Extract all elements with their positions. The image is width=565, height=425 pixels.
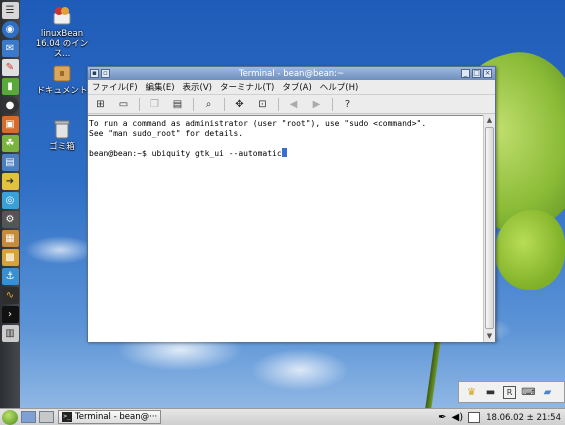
terminal-icon: >_ bbox=[62, 412, 72, 422]
network-icon[interactable]: ◎ bbox=[1, 192, 19, 209]
mail-icon[interactable]: ✉ bbox=[1, 40, 19, 57]
terminal-prompt: bean@bean:~$ bbox=[89, 148, 152, 158]
menu-tabs[interactable]: タブ(A) bbox=[282, 81, 311, 93]
desktop-icon-linuxbean-installer[interactable]: linuxBean 16.04 のインス... bbox=[30, 5, 94, 59]
settings-gear-icon[interactable]: ⚙ bbox=[1, 211, 19, 228]
trash-dock-icon[interactable]: ▥ bbox=[1, 325, 19, 342]
taskbar-item-terminal[interactable]: >_ Terminal - bean@··· bbox=[58, 410, 161, 424]
wallpaper-stem bbox=[423, 330, 443, 420]
trash-icon bbox=[51, 118, 73, 140]
crown-icon[interactable]: ♛ bbox=[465, 386, 478, 399]
copy-icon[interactable]: ❐ bbox=[147, 97, 162, 112]
start-menu-icon[interactable] bbox=[2, 409, 18, 425]
paste-icon[interactable]: ▤ bbox=[170, 97, 185, 112]
terminal-line: To run a command as administrator (user … bbox=[89, 119, 427, 128]
window-shade-icon[interactable]: ▫ bbox=[101, 69, 110, 78]
image-viewer-icon[interactable]: ▣ bbox=[1, 116, 19, 133]
desktop-icon-label: 16.04 のインス... bbox=[35, 39, 89, 59]
menu-edit[interactable]: 編集(E) bbox=[146, 81, 175, 93]
window-title: Terminal - bean@bean:~ bbox=[238, 68, 345, 79]
browser-icon[interactable]: ◉ bbox=[1, 21, 19, 38]
search-icon[interactable]: ⌕ bbox=[201, 97, 216, 112]
office-icon[interactable]: ▮ bbox=[1, 78, 19, 95]
maximize-icon[interactable]: □ bbox=[472, 69, 481, 78]
folder-icon bbox=[51, 62, 73, 84]
desktop-icon-label: ドキュメント bbox=[36, 86, 88, 96]
toolbar-separator bbox=[193, 97, 194, 111]
usb-icon[interactable]: ⚓ bbox=[1, 268, 19, 285]
keyboard-icon[interactable]: ⌨ bbox=[521, 386, 535, 399]
vertical-scrollbar[interactable]: ▲ ▼ bbox=[483, 115, 495, 342]
fullscreen-icon[interactable]: ✥ bbox=[232, 97, 247, 112]
eraser-icon[interactable]: ▰ bbox=[541, 386, 554, 399]
toolbar-separator bbox=[139, 97, 140, 111]
workspace-2[interactable] bbox=[39, 411, 54, 423]
menu-terminal[interactable]: ターミナル(T) bbox=[220, 81, 274, 93]
terminal-icon[interactable]: › bbox=[1, 306, 19, 323]
taskbar-tray: ✒ ◀) 18.06.02 ± 21:54 bbox=[438, 409, 561, 425]
tool-icon[interactable]: ✒ bbox=[438, 412, 446, 423]
terminal-window: ▪ ▫ Terminal - bean@bean:~ _ □ × ファイル(F)… bbox=[87, 66, 496, 342]
toolbar-separator bbox=[224, 97, 225, 111]
media-player-icon[interactable]: ● bbox=[1, 97, 19, 114]
window-titlebar[interactable]: ▪ ▫ Terminal - bean@bean:~ _ □ × bbox=[88, 67, 495, 80]
download-icon[interactable]: ➜ bbox=[1, 173, 19, 190]
help-icon[interactable]: ? bbox=[340, 97, 355, 112]
terminal-line: See "man sudo_root" for details. bbox=[89, 128, 244, 138]
menu-help[interactable]: ヘルプ(H) bbox=[320, 81, 359, 93]
toolbar-separator bbox=[332, 97, 333, 111]
zoom-icon[interactable]: ⊡ bbox=[255, 97, 270, 112]
scrollbar-thumb[interactable] bbox=[485, 127, 494, 329]
editor-icon[interactable]: ✎ bbox=[1, 59, 19, 76]
desktop-icon-trash[interactable]: ゴミ箱 bbox=[30, 118, 94, 152]
desktop-icon-label: linuxBean bbox=[40, 29, 84, 39]
system-tray-panel: ♛ ▬ R ⌨ ▰ bbox=[458, 381, 565, 403]
terminal-command: ubiquity gtk_ui --automatic bbox=[151, 148, 282, 158]
menu-view[interactable]: 表示(V) bbox=[183, 81, 212, 93]
package-icon[interactable]: ▦ bbox=[1, 230, 19, 247]
installer-icon bbox=[51, 5, 73, 27]
scroll-up-icon[interactable]: ▲ bbox=[484, 115, 495, 126]
previous-tab-icon[interactable]: ◀ bbox=[286, 97, 301, 112]
taskbar-item-label: Terminal - bean@··· bbox=[75, 412, 158, 422]
minimize-icon[interactable]: _ bbox=[461, 69, 470, 78]
taskbar: >_ Terminal - bean@··· ✒ ◀) 18.06.02 ± 2… bbox=[0, 408, 565, 425]
system-monitor-icon[interactable]: ∿ bbox=[1, 287, 19, 304]
workspace-1[interactable] bbox=[21, 411, 36, 423]
toolbar: ⊞ ▭ ❐ ▤ ⌕ ✥ ⊡ ◀ ▶ ? bbox=[88, 95, 495, 114]
new-tab-icon[interactable]: ⊞ bbox=[93, 97, 108, 112]
text-cursor bbox=[281, 147, 287, 157]
archive-icon[interactable]: ▩ bbox=[1, 249, 19, 266]
menu-icon[interactable]: ☰ bbox=[1, 2, 19, 19]
registered-icon[interactable]: R bbox=[503, 385, 516, 399]
minimize-icon[interactable]: ▬ bbox=[484, 386, 497, 399]
volume-icon[interactable]: ◀) bbox=[452, 412, 464, 423]
clock[interactable]: 18.06.02 ± 21:54 bbox=[486, 413, 561, 423]
show-desktop-icon[interactable] bbox=[468, 412, 481, 423]
menu-file[interactable]: ファイル(F) bbox=[92, 81, 138, 93]
menubar: ファイル(F) 編集(E) 表示(V) ターミナル(T) タブ(A) ヘルプ(H… bbox=[88, 80, 495, 95]
desktop-icon-label: ゴミ箱 bbox=[49, 142, 75, 152]
game-icon[interactable]: ☘ bbox=[1, 135, 19, 152]
close-icon[interactable]: × bbox=[483, 69, 492, 78]
next-tab-icon[interactable]: ▶ bbox=[309, 97, 324, 112]
desktop-icon-documents[interactable]: ドキュメント bbox=[30, 62, 94, 96]
new-window-icon[interactable]: ▭ bbox=[116, 97, 131, 112]
screenshot-icon[interactable]: ▤ bbox=[1, 154, 19, 171]
toolbar-separator bbox=[278, 97, 279, 111]
terminal-output[interactable]: To run a command as administrator (user … bbox=[88, 115, 483, 342]
window-menu-icon[interactable]: ▪ bbox=[90, 69, 99, 78]
scroll-down-icon[interactable]: ▼ bbox=[484, 331, 495, 342]
wallpaper-leaf-small bbox=[495, 210, 565, 290]
left-dock: ☰ ◉ ✉ ✎ ▮ ● ▣ ☘ ▤ ➜ ◎ ⚙ ▦ ▩ ⚓ ∿ › ▥ bbox=[0, 0, 20, 408]
